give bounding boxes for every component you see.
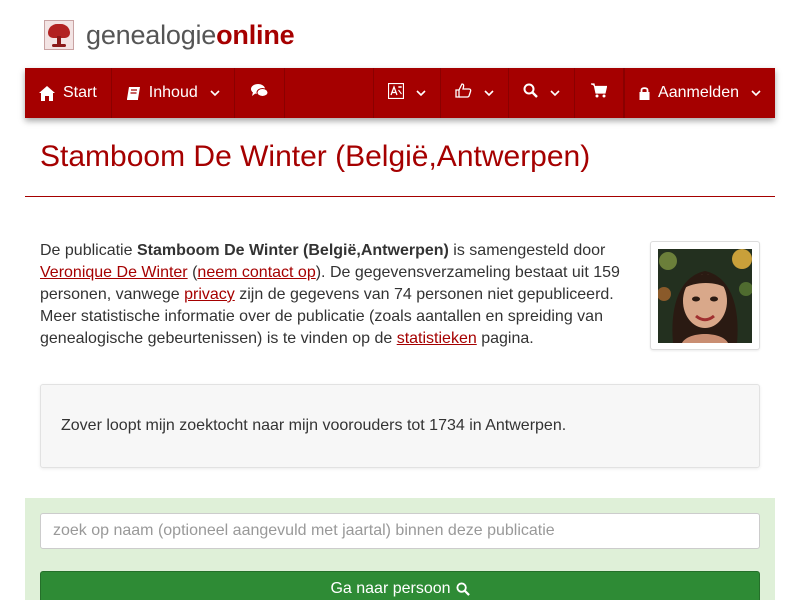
- chevron-down-icon: [210, 89, 220, 97]
- nav-start-label: Start: [63, 84, 97, 101]
- nav-search[interactable]: [509, 68, 576, 118]
- nav-inhoud-label: Inhoud: [148, 84, 198, 101]
- brand-name-plain: genealogie: [86, 19, 217, 50]
- author-link[interactable]: Veronique De Winter: [40, 264, 188, 281]
- translate-icon: [387, 82, 405, 104]
- site-logo[interactable]: genealogieonline: [44, 18, 295, 52]
- nav-cart[interactable]: [575, 68, 625, 118]
- brand-name: genealogieonline: [86, 19, 295, 51]
- brand-name-strong: online: [216, 19, 295, 50]
- comments-icon: [250, 83, 269, 103]
- thumbs-up-icon: [455, 83, 472, 103]
- publication-intro-card: Zover loopt mijn zoektocht naar mijn voo…: [40, 384, 760, 468]
- person-search-input[interactable]: [40, 513, 760, 549]
- chevron-down-icon: [484, 89, 494, 97]
- page-title: Stamboom De Winter (België,Antwerpen): [40, 140, 591, 173]
- nav-aanmelden-label: Aanmelden: [658, 84, 739, 101]
- chevron-down-icon: [550, 89, 560, 97]
- author-avatar-frame[interactable]: [650, 241, 760, 350]
- author-avatar: [658, 249, 752, 343]
- lock-icon: [639, 86, 650, 100]
- nav-share[interactable]: [441, 68, 510, 118]
- main-navbar: Start Inhoud Aanmelden: [25, 68, 775, 118]
- nav-aanmelden[interactable]: Aanmelden: [624, 68, 775, 118]
- chevron-down-icon: [751, 89, 761, 97]
- person-search-panel: Ga naar persoon: [25, 498, 775, 600]
- statistics-link[interactable]: statistieken: [397, 330, 477, 347]
- desc-text: (: [187, 264, 198, 281]
- shopping-cart-icon: [591, 83, 608, 103]
- publication-intro-text: Zover loopt mijn zoektocht naar mijn voo…: [61, 417, 567, 434]
- nav-inhoud[interactable]: Inhoud: [112, 68, 235, 118]
- search-icon: [455, 582, 470, 596]
- nav-language[interactable]: [373, 68, 442, 118]
- publication-description: De publicatie Stamboom De Winter (België…: [40, 240, 630, 350]
- go-to-person-button[interactable]: Ga naar persoon: [40, 571, 760, 600]
- nav-start[interactable]: Start: [25, 68, 112, 118]
- go-to-person-label: Ga naar persoon: [330, 580, 451, 597]
- desc-text: is samengesteld door: [448, 242, 606, 259]
- desc-text: pagina.: [476, 330, 534, 347]
- chevron-down-icon: [416, 89, 426, 97]
- contact-link[interactable]: neem contact op: [197, 264, 315, 281]
- home-icon: [39, 85, 55, 101]
- nav-forum[interactable]: [235, 68, 285, 118]
- book-icon: [126, 86, 141, 101]
- desc-text: De publicatie: [40, 242, 137, 259]
- title-divider: [25, 196, 775, 197]
- search-icon: [523, 83, 538, 103]
- publication-name: Stamboom De Winter (België,Antwerpen): [136, 242, 449, 259]
- privacy-link[interactable]: privacy: [184, 286, 235, 303]
- tree-logo-icon: [44, 20, 74, 50]
